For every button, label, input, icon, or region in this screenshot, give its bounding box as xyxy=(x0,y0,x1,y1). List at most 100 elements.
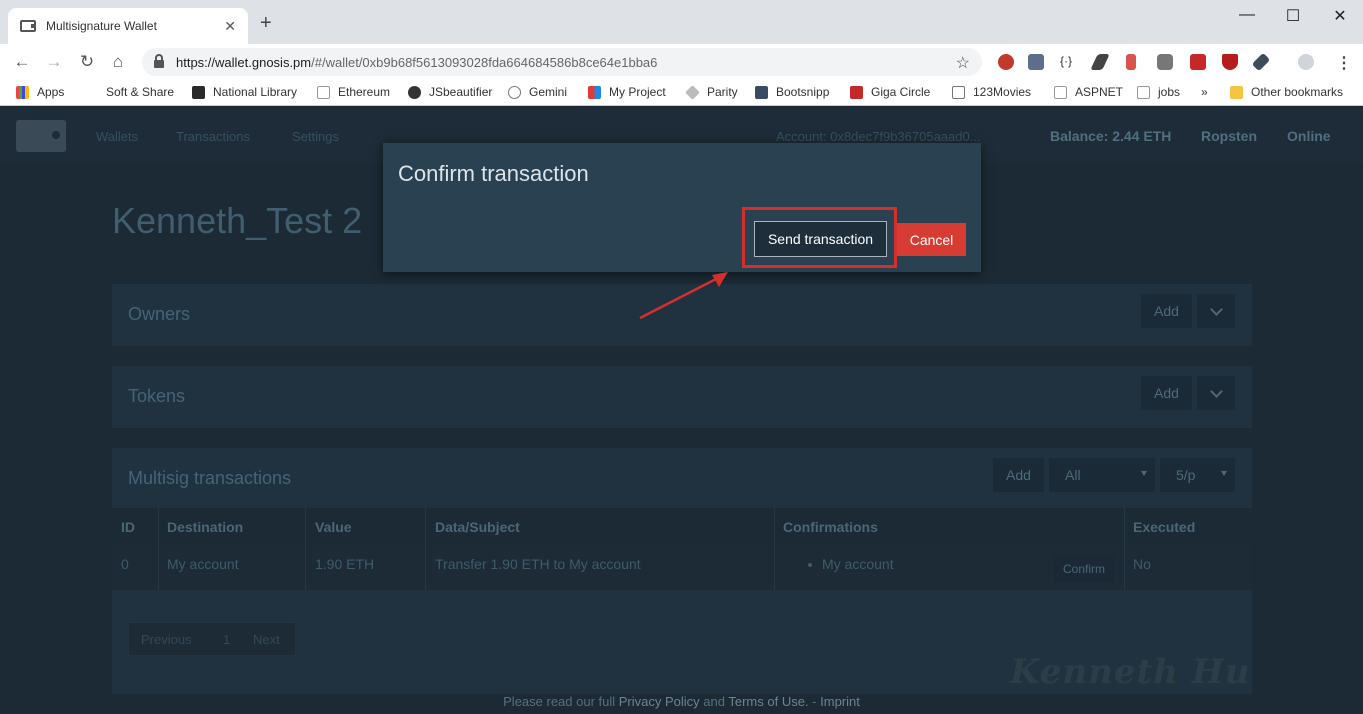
page-icon xyxy=(317,85,330,99)
bookmark-item[interactable]: Soft & Share xyxy=(106,85,174,99)
close-tab-icon[interactable]: ✕ xyxy=(224,18,236,35)
new-tab-icon[interactable]: + xyxy=(260,13,272,33)
transaction-filter-select[interactable]: All xyxy=(1049,458,1155,492)
filter-value: All xyxy=(1065,467,1081,483)
gigacircle-icon xyxy=(850,85,863,99)
confirm-button[interactable]: Confirm xyxy=(1054,556,1114,582)
address-bar[interactable]: https://wallet.gnosis.pm/#/wallet/0xb9b6… xyxy=(142,48,982,76)
profile-avatar[interactable] xyxy=(1298,54,1314,70)
table-row[interactable]: 0 My account 1.90 ETH Transfer 1.90 ETH … xyxy=(112,544,1252,590)
nav-wallets[interactable]: Wallets xyxy=(96,129,138,144)
bookmark-item[interactable]: JSbeautifier xyxy=(408,85,492,99)
owners-title: Owners xyxy=(128,304,191,324)
column-divider xyxy=(305,508,306,590)
owners-collapse-button[interactable] xyxy=(1197,294,1235,328)
bookmark-item[interactable]: Apps xyxy=(16,85,64,99)
shield-extension-icon[interactable] xyxy=(1222,54,1238,70)
nav-transactions[interactable]: Transactions xyxy=(176,129,250,144)
confirm-transaction-modal: Confirm transaction Send transaction Can… xyxy=(383,143,981,272)
network-label: Ropsten xyxy=(1201,128,1257,144)
lock-icon xyxy=(154,54,164,68)
column-header: Executed xyxy=(1133,519,1196,535)
jsbeautifier-icon xyxy=(408,85,421,99)
extension-icon[interactable] xyxy=(1190,54,1206,70)
arrow-extension-icon[interactable] xyxy=(1126,54,1136,70)
minimize-icon[interactable]: — xyxy=(1237,6,1257,24)
modal-title: Confirm transaction xyxy=(398,161,589,186)
imprint-link[interactable]: Imprint xyxy=(820,694,860,709)
project-icon xyxy=(588,85,601,99)
extension-icon[interactable] xyxy=(998,54,1014,70)
browser-tabstrip: Multisignature Wallet ✕ + — ☐ ✕ xyxy=(0,0,1363,44)
dropdown-arrow-icon xyxy=(1221,471,1227,476)
apps-icon xyxy=(16,85,29,99)
add-transaction-button[interactable]: Add xyxy=(993,458,1044,492)
watermark-signature: Kenneth Hu xyxy=(1010,652,1251,692)
column-header: Value xyxy=(315,519,352,535)
previous-page-button[interactable]: Previous xyxy=(141,632,192,647)
bookmark-item[interactable]: Ethereum xyxy=(317,85,390,99)
terms-link[interactable]: Terms of Use. xyxy=(728,694,808,709)
bookmark-item[interactable]: 123Movies xyxy=(952,85,1031,99)
tx-subject: Transfer 1.90 ETH to My account xyxy=(435,556,641,572)
browser-menu-icon[interactable]: ⋮ xyxy=(1336,53,1352,73)
page-size-select[interactable]: 5/p xyxy=(1160,458,1235,492)
wallet-logo-icon[interactable] xyxy=(16,120,66,152)
page-icon xyxy=(1137,85,1150,99)
wallet-title: Kenneth_Test 2 xyxy=(112,200,363,241)
bookmark-item[interactable]: My Project xyxy=(588,85,666,99)
account-selector[interactable]: Account: 0x8dec7f9b36705aaad0... xyxy=(776,129,981,144)
camera-extension-icon[interactable] xyxy=(1157,54,1173,70)
back-icon[interactable]: ← xyxy=(12,52,32,72)
tx-confirmation: My account xyxy=(808,556,894,572)
add-token-button[interactable]: Add xyxy=(1141,376,1192,410)
column-header: Data/Subject xyxy=(435,519,520,535)
bookmark-item[interactable]: National Library xyxy=(192,85,297,99)
dropdown-arrow-icon xyxy=(1141,471,1147,476)
bookmark-item[interactable]: jobs xyxy=(1137,85,1180,99)
connection-status: Online xyxy=(1287,128,1331,144)
library-icon xyxy=(192,85,205,99)
bookmark-item[interactable]: Gemini xyxy=(508,85,567,99)
json-extension-icon[interactable]: {·} xyxy=(1060,54,1080,70)
pen-extension-icon[interactable] xyxy=(1090,54,1110,70)
bookmark-item[interactable]: Other bookmarks xyxy=(1230,85,1343,99)
nav-settings[interactable]: Settings xyxy=(292,129,339,144)
folder-icon xyxy=(1230,85,1243,99)
chevron-down-icon xyxy=(1209,384,1223,398)
page-number[interactable]: 1 xyxy=(223,632,230,647)
bookmark-item[interactable]: Parity xyxy=(685,84,738,100)
balance-label: Balance: 2.44 ETH xyxy=(1050,128,1172,144)
privacy-policy-link[interactable]: Privacy Policy xyxy=(619,694,700,709)
bookmark-star-icon[interactable]: ☆ xyxy=(956,53,970,73)
column-header: ID xyxy=(121,519,135,535)
browser-tab[interactable]: Multisignature Wallet ✕ xyxy=(8,8,248,44)
parity-icon xyxy=(685,84,700,100)
tab-title: Multisignature Wallet xyxy=(46,19,157,33)
column-divider xyxy=(425,508,426,590)
send-transaction-button[interactable]: Send transaction xyxy=(754,221,887,257)
translate-extension-icon[interactable] xyxy=(1028,54,1044,70)
diamond-extension-icon[interactable] xyxy=(1251,52,1271,72)
multisig-title: Multisig transactions xyxy=(128,468,292,488)
cancel-button[interactable]: Cancel xyxy=(897,223,966,256)
reload-icon[interactable]: ↻ xyxy=(77,52,97,72)
add-owner-button[interactable]: Add xyxy=(1141,294,1192,328)
footer: Please read our full Privacy Policy and … xyxy=(503,694,860,709)
next-page-button[interactable]: Next xyxy=(253,632,280,647)
owners-panel: Owners Add xyxy=(112,284,1252,346)
home-icon[interactable]: ⌂ xyxy=(108,52,128,72)
chevron-down-icon xyxy=(1209,302,1223,316)
tx-destination: My account xyxy=(167,556,239,572)
bookmark-item[interactable]: Giga Circle xyxy=(850,85,930,99)
bootsnipp-icon xyxy=(755,85,768,99)
tokens-collapse-button[interactable] xyxy=(1197,376,1235,410)
forward-icon[interactable]: → xyxy=(44,52,64,72)
bookmark-item[interactable]: ASPNET xyxy=(1054,85,1123,99)
close-window-icon[interactable]: ✕ xyxy=(1330,6,1350,26)
bookmark-item[interactable]: Bootsnipp xyxy=(755,85,829,99)
maximize-icon[interactable]: ☐ xyxy=(1283,6,1303,26)
tx-value: 1.90 ETH xyxy=(315,556,375,572)
tx-id: 0 xyxy=(121,556,129,572)
bookmarks-overflow-button[interactable]: » xyxy=(1201,85,1208,99)
